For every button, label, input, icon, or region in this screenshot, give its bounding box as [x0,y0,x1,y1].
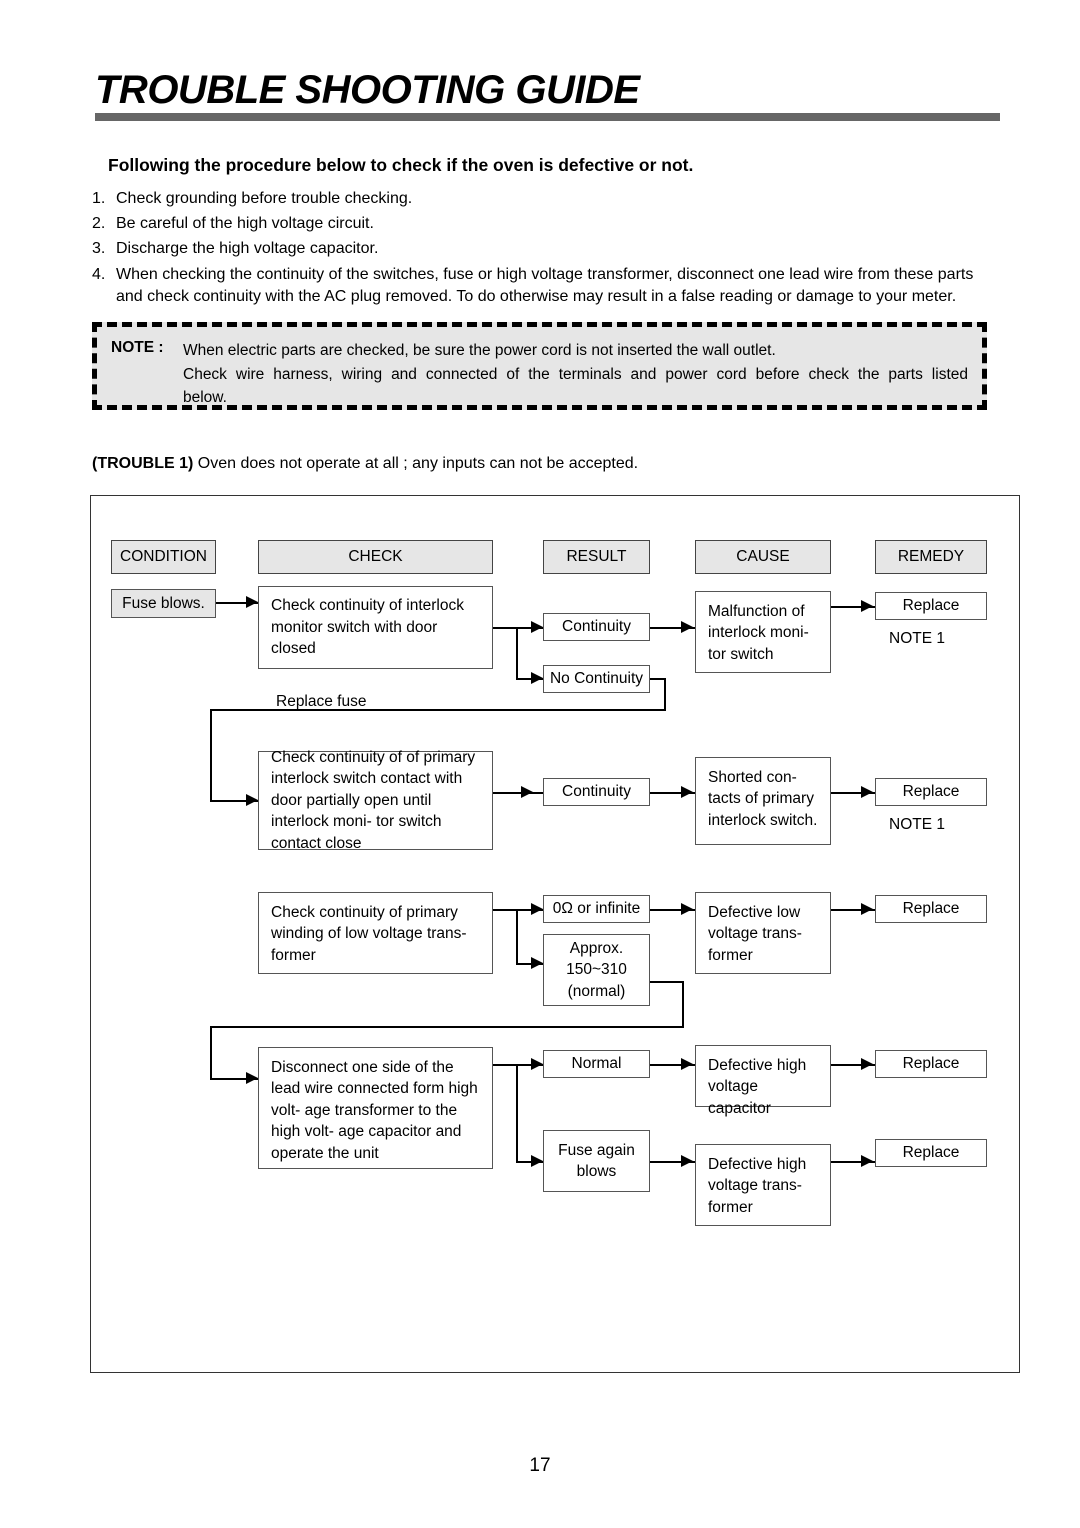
list-item-number: 4. [92,265,106,283]
list-item: 1. Check grounding before trouble checki… [92,188,1002,211]
connector [682,981,684,1027]
arrow-head-icon [861,903,873,915]
result-box: No Continuity [543,665,650,693]
check-box: Check continuity of of primary interlock… [258,749,493,852]
result-box: Approx. 150~310 (normal) [543,934,650,1006]
remedy-box: Replace [875,1139,987,1167]
arrow-head-icon [521,786,533,798]
arrow-head-icon [531,1058,543,1070]
list-item: 2. Be careful of the high voltage circui… [92,213,1002,236]
intro-steps: 1. Check grounding before trouble checki… [92,188,1002,312]
arrow-head-icon [681,1058,693,1070]
list-item-number: 1. [92,190,106,207]
connector [493,627,518,629]
column-header-condition: CONDITION [111,540,216,574]
arrow-head-icon [681,1155,693,1167]
arrow-head-icon [861,1058,873,1070]
result-box: 0Ω or infinite [543,895,650,923]
loop-label: Replace fuse [276,693,367,710]
arrow-head-icon [531,621,543,633]
connector [493,792,543,794]
arrow-head-icon [681,621,693,633]
remedy-note: NOTE 1 [889,630,945,647]
connector [493,1064,518,1066]
page-number: 17 [529,1455,551,1476]
arrow-head-icon [246,596,258,608]
connector [493,909,518,911]
arrow-head-icon [681,903,693,915]
connector [650,981,684,983]
arrow-head-icon [861,600,873,612]
connector [210,709,212,801]
note-line-1: When electric parts are checked, be sure… [183,342,776,359]
cause-box: Shorted con- tacts of primary interlock … [695,757,831,845]
connector [664,678,666,710]
arrow-head-icon [531,672,543,684]
arrow-head-icon [681,786,693,798]
result-box: Normal [543,1050,650,1078]
arrow-head-icon [861,786,873,798]
column-header-check: CHECK [258,540,493,574]
arrow-head-icon [531,903,543,915]
list-item-text: Be careful of the high voltage circuit. [116,215,374,233]
remedy-box: Replace [875,1050,987,1078]
cause-box: Defective low voltage trans- former [695,892,831,974]
list-item-number: 2. [92,215,106,233]
column-header-result: RESULT [543,540,650,574]
flowchart: CONDITION CHECK RESULT CAUSE REMEDY Fuse… [91,496,1019,1372]
remedy-box: Replace [875,895,987,923]
trouble-text: Oven does not operate at all ; any input… [197,455,639,472]
arrow-head-icon [246,794,258,806]
cause-box: Malfunction of interlock moni- tor switc… [695,591,831,673]
list-item-text: Discharge the high voltage capacitor. [116,240,379,258]
check-box: Check continuity of primary winding of l… [258,892,493,974]
arrow-head-icon [531,957,543,969]
arrow-head-icon [246,1072,258,1084]
intro-lead: Following the procedure below to check i… [108,155,694,175]
note-callout: NOTE : When electric parts are checked, … [92,322,987,410]
note-label: NOTE : [111,339,164,356]
trouble-tag: (TROUBLE 1) [92,455,194,472]
arrow-head-icon [861,1155,873,1167]
trouble-caption: (TROUBLE 1) Oven does not operate at all… [92,455,638,473]
list-item-number: 3. [92,240,106,258]
note-line-2: Check wire harness, wiring and connected… [183,365,968,383]
document-page: TROUBLE SHOOTING GUIDE Following the pro… [0,0,1080,1528]
result-box: Continuity [543,613,650,641]
connector [516,627,518,679]
column-header-cause: CAUSE [695,540,831,574]
column-header-remedy: REMEDY [875,540,987,574]
connector [516,909,518,964]
flowchart-frame: CONDITION CHECK RESULT CAUSE REMEDY Fuse… [90,495,1020,1373]
list-item-text: Check grounding before trouble checking. [116,190,413,207]
connector [516,1064,518,1162]
remedy-box: Replace [875,592,987,620]
check-box: Disconnect one side of the lead wire con… [258,1047,493,1169]
condition-box: Fuse blows. [111,589,216,618]
cause-box: Defective high voltage capacitor [695,1045,831,1117]
cause-box: Defective high voltage trans- former [695,1144,831,1226]
check-box: Check continuity of interlock monitor sw… [258,586,493,669]
list-item: 3. Discharge the high voltage capacitor. [92,238,1002,261]
remedy-note: NOTE 1 [889,816,945,833]
connector [210,1026,212,1079]
list-item: 4. When checking the continuity of the s… [92,264,1002,309]
list-item-text: When checking the continuity of the swit… [116,265,974,306]
connector [210,1026,684,1028]
title-rule [95,113,1000,121]
remedy-box: Replace [875,778,987,806]
result-box: Fuse again blows [543,1130,650,1192]
note-line-3: below. [183,389,227,407]
arrow-head-icon [531,1155,543,1167]
result-box: Continuity [543,778,650,806]
page-title: TROUBLE SHOOTING GUIDE [95,68,640,112]
